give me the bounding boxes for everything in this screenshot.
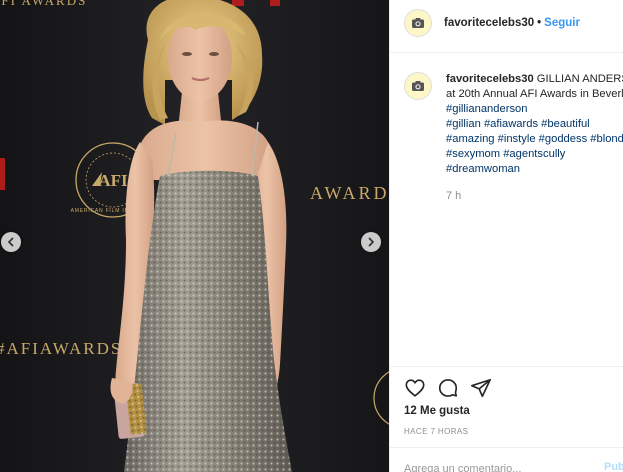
carousel-next-button[interactable]	[361, 232, 381, 252]
caption-username[interactable]: favoritecelebs30	[446, 73, 534, 85]
like-button[interactable]	[404, 377, 426, 399]
caption-hashtags[interactable]: #amazing #instyle #goddess #blonde	[446, 132, 623, 147]
post-photo: AFI AWARDS AFI AMERICAN FILM INSTITUTE A…	[0, 0, 389, 472]
post-actions: 12 Me gusta HACE 7 HORAS Publicar	[390, 366, 623, 472]
post-caption: favoritecelebs30 GILLIAN ANDERSON at 20t…	[390, 60, 623, 310]
backdrop-awards-text: AWARDS	[310, 183, 389, 203]
caption-timestamp: 7 h	[446, 190, 462, 202]
svg-text:AFI: AFI	[98, 171, 128, 190]
separator-dot: •	[537, 17, 542, 29]
share-button[interactable]	[470, 377, 492, 399]
caption-avatar[interactable]	[404, 72, 432, 100]
post-media: AFI AWARDS AFI AMERICAN FILM INSTITUTE A…	[0, 0, 389, 472]
follow-button[interactable]: Seguir	[544, 17, 580, 29]
post-side-panel: favoritecelebs30 • Seguir favoritecelebs30…	[389, 0, 623, 472]
avatar[interactable]	[404, 9, 432, 37]
publish-button[interactable]: Publicar	[604, 461, 623, 472]
comment-bar: Publicar	[390, 447, 623, 472]
backdrop-top-text: AFI AWARDS	[0, 0, 87, 8]
comment-icon	[438, 379, 458, 397]
post-time: HACE 7 HORAS	[404, 427, 469, 436]
likes-count[interactable]: 12 Me gusta	[404, 405, 470, 417]
caption-line: at 20th Annual AFI Awards in Beverly Hil…	[446, 88, 623, 100]
backdrop-hashtag-text: #AFIAWARDS	[0, 339, 122, 358]
caption-hashtags[interactable]: #gilliananderson	[446, 102, 623, 117]
heart-icon	[405, 379, 425, 397]
caption-text: favoritecelebs30 GILLIAN ANDERSON at 20t…	[446, 72, 623, 177]
camera-icon	[412, 81, 424, 91]
carousel-prev-button[interactable]	[1, 232, 21, 252]
comment-input[interactable]	[404, 461, 584, 472]
caption-hashtags[interactable]: #sexymom #agentscully	[446, 147, 623, 162]
caption-hashtags[interactable]: #gillian #afiawards #beautiful	[446, 117, 623, 132]
post-header: favoritecelebs30 • Seguir	[390, 0, 623, 53]
comment-button[interactable]	[437, 377, 459, 399]
caption-title: GILLIAN ANDERSON	[536, 73, 623, 85]
share-icon	[471, 378, 491, 398]
post-username[interactable]: favoritecelebs30	[444, 17, 534, 29]
backdrop-logo-mark	[0, 158, 5, 190]
chevron-left-icon	[8, 237, 14, 247]
caption-hashtags[interactable]: #dreamwoman	[446, 162, 623, 177]
camera-icon	[412, 18, 424, 28]
chevron-right-icon	[368, 237, 374, 247]
